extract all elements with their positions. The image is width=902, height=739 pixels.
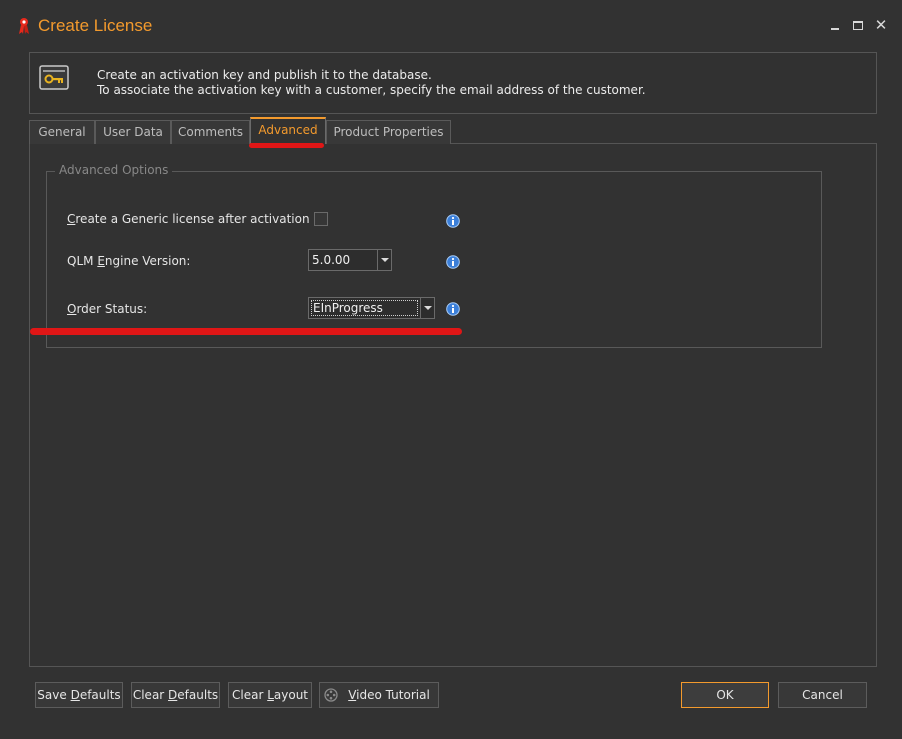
cancel-button[interactable]: Cancel xyxy=(778,682,867,708)
tab-content-panel: Advanced Options Create a Generic licens… xyxy=(29,143,877,667)
order-status-select[interactable]: EInProgress xyxy=(308,297,435,319)
chevron-down-icon[interactable] xyxy=(377,250,391,270)
engine-version-value: 5.0.00 xyxy=(312,253,351,267)
order-status-highlight-underline xyxy=(30,328,462,335)
advanced-options-group: Advanced Options Create a Generic licens… xyxy=(46,163,822,348)
window-title: Create License xyxy=(38,16,153,35)
generic-license-label: Create a Generic license after activatio… xyxy=(67,212,310,226)
key-icon xyxy=(39,65,69,90)
order-status-label: Order Status: xyxy=(67,302,148,316)
order-status-value: EInProgress xyxy=(311,300,418,316)
ribbon-icon xyxy=(19,18,29,34)
engine-version-label: QLM Engine Version: xyxy=(67,254,191,268)
tab-advanced[interactable]: Advanced xyxy=(250,117,326,144)
minimize-button[interactable] xyxy=(827,17,843,33)
advanced-tab-highlight-underline xyxy=(249,143,324,148)
close-button[interactable]: ✕ xyxy=(873,17,889,33)
maximize-button[interactable] xyxy=(850,17,866,33)
tab-comments[interactable]: Comments xyxy=(171,120,250,144)
group-title: Advanced Options xyxy=(55,163,173,177)
minimize-icon xyxy=(831,28,839,30)
tab-user-data[interactable]: User Data xyxy=(95,120,171,144)
header-info-panel: Create an activation key and publish it … xyxy=(29,52,877,114)
info-icon[interactable] xyxy=(446,255,460,269)
film-reel-icon xyxy=(324,688,338,702)
ok-button[interactable]: OK xyxy=(681,682,769,708)
generic-license-checkbox[interactable] xyxy=(314,212,328,226)
header-description-line2: To associate the activation key with a c… xyxy=(97,83,646,97)
clear-layout-button[interactable]: Clear Layout xyxy=(228,682,312,708)
title-bar: Create License ✕ xyxy=(0,0,902,52)
maximize-icon xyxy=(853,21,863,30)
save-defaults-button[interactable]: Save Defaults xyxy=(35,682,123,708)
close-icon: ✕ xyxy=(874,16,888,34)
tab-general[interactable]: General xyxy=(29,120,95,144)
video-tutorial-button[interactable]: Video Tutorial xyxy=(319,682,439,708)
tab-product-properties[interactable]: Product Properties xyxy=(326,120,451,144)
info-icon[interactable] xyxy=(446,214,460,228)
clear-defaults-button[interactable]: Clear Defaults xyxy=(131,682,220,708)
engine-version-select[interactable]: 5.0.00 xyxy=(308,249,392,271)
header-description-line1: Create an activation key and publish it … xyxy=(97,68,432,82)
info-icon[interactable] xyxy=(446,302,460,316)
chevron-down-icon[interactable] xyxy=(420,298,434,318)
